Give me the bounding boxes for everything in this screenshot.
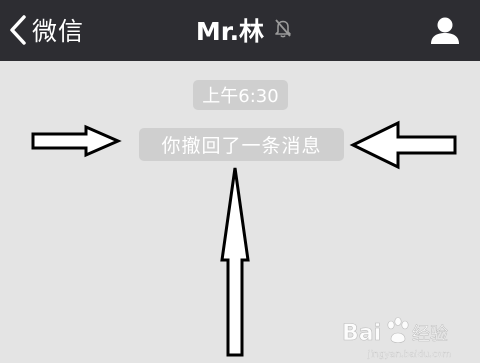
svg-text:jingyan.baidu.com: jingyan.baidu.com <box>367 350 451 360</box>
chat-screen: 微信 Mr.林 上午6:30 你撤回了一条消息 Bai 经验 jingyan.b… <box>0 0 480 363</box>
watermark-logo: Bai 经验 jingyan.baidu.com <box>342 317 451 360</box>
arrow-right <box>31 124 122 158</box>
arrow-left <box>349 120 457 170</box>
svg-text:Bai: Bai <box>342 321 381 346</box>
arrow-up <box>220 167 250 357</box>
svg-text:经验: 经验 <box>412 324 448 345</box>
